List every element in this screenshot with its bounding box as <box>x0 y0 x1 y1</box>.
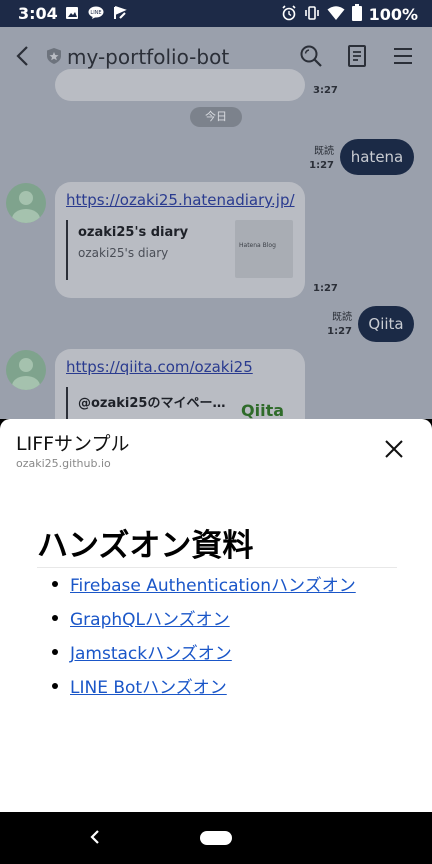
previous-message-bubble <box>55 69 305 101</box>
incoming-link-message[interactable]: https://ozaki25.hatenadiary.jp/ ozaki25'… <box>55 182 305 298</box>
read-label: 既読 <box>332 312 352 323</box>
outgoing-message-bubble[interactable]: Qiita <box>358 306 414 342</box>
link-preview-card[interactable]: ozaki25's diary ozaki25's diary <box>66 220 226 280</box>
bullet <box>52 581 58 587</box>
preview-description: ozaki25's diary <box>78 246 169 260</box>
vibrate-icon <box>304 5 320 25</box>
bot-avatar[interactable] <box>6 350 46 390</box>
handson-link[interactable]: Firebase Authenticationハンズオン <box>70 571 356 596</box>
liff-title: LIFFサンプル <box>16 433 130 455</box>
close-icon[interactable] <box>382 437 406 461</box>
image-notification-icon <box>64 5 80 21</box>
qiita-logo: Qiita <box>241 401 285 419</box>
message-link[interactable]: https://ozaki25.hatenadiary.jp/ <box>66 191 295 209</box>
battery-icon <box>351 4 362 25</box>
liff-url: ozaki25.github.io <box>16 457 111 470</box>
chat-title: my-portfolio-bot <box>67 45 230 69</box>
read-receipt: 既読 1:27 <box>300 145 334 173</box>
preview-thumbnail: Hatena Blog <box>235 220 293 278</box>
official-badge-icon <box>46 47 62 65</box>
bullet <box>52 615 58 621</box>
date-divider: 今日 <box>190 107 242 127</box>
handson-link[interactable]: Jamstackハンズオン <box>70 639 232 664</box>
message-time: 1:27 <box>327 326 352 337</box>
bullet <box>52 683 58 689</box>
system-icons: 100% <box>281 4 418 25</box>
message-time: 1:27 <box>313 283 338 294</box>
nav-back-icon[interactable] <box>88 828 102 846</box>
thumbnail-label: Hatena Blog <box>239 242 276 249</box>
alarm-icon <box>281 4 297 25</box>
handson-link[interactable]: GraphQLハンズオン <box>70 605 230 630</box>
status-time: 3:04 <box>18 4 58 23</box>
nav-home-pill[interactable] <box>200 831 232 845</box>
message-link[interactable]: https://qiita.com/ozaki25 <box>66 358 253 376</box>
liff-sheet: LIFFサンプル ozaki25.github.io ハンズオン資料 Fireb… <box>0 419 432 812</box>
message-time: 3:27 <box>313 85 338 96</box>
battery-percentage: 100% <box>368 5 418 24</box>
notification-icons: LINE <box>64 5 128 21</box>
bot-avatar[interactable] <box>6 183 46 223</box>
read-receipt: 既読 1:27 <box>318 311 352 339</box>
message-time: 1:27 <box>309 160 334 171</box>
status-bar: 3:04 LINE 100% <box>0 0 432 27</box>
outgoing-message-bubble[interactable]: hatena <box>340 139 414 175</box>
preview-title: @ozaki25のマイペー… <box>78 396 226 411</box>
preview-title: ozaki25's diary <box>78 225 189 240</box>
back-arrow-icon[interactable] <box>12 43 34 69</box>
system-nav-bar <box>0 812 432 864</box>
notes-icon[interactable] <box>344 43 370 69</box>
menu-icon[interactable] <box>390 43 416 69</box>
bullet <box>52 649 58 655</box>
line-notification-icon: LINE <box>88 5 104 21</box>
search-icon[interactable] <box>298 43 324 69</box>
link-preview-card[interactable]: @ozaki25のマイペー… <box>66 387 226 419</box>
page-heading: ハンズオン資料 <box>37 520 397 568</box>
flag-notification-icon <box>112 5 128 21</box>
incoming-link-message[interactable]: https://qiita.com/ozaki25 @ozaki25のマイペー…… <box>55 349 305 419</box>
svg-text:LINE: LINE <box>90 10 101 16</box>
wifi-icon <box>327 5 345 25</box>
chat-area[interactable]: my-portfolio-bot 3:27 今日 既読 1:27 hatena … <box>0 27 432 419</box>
handson-link[interactable]: LINE Botハンズオン <box>70 673 227 698</box>
read-label: 既読 <box>314 146 334 157</box>
